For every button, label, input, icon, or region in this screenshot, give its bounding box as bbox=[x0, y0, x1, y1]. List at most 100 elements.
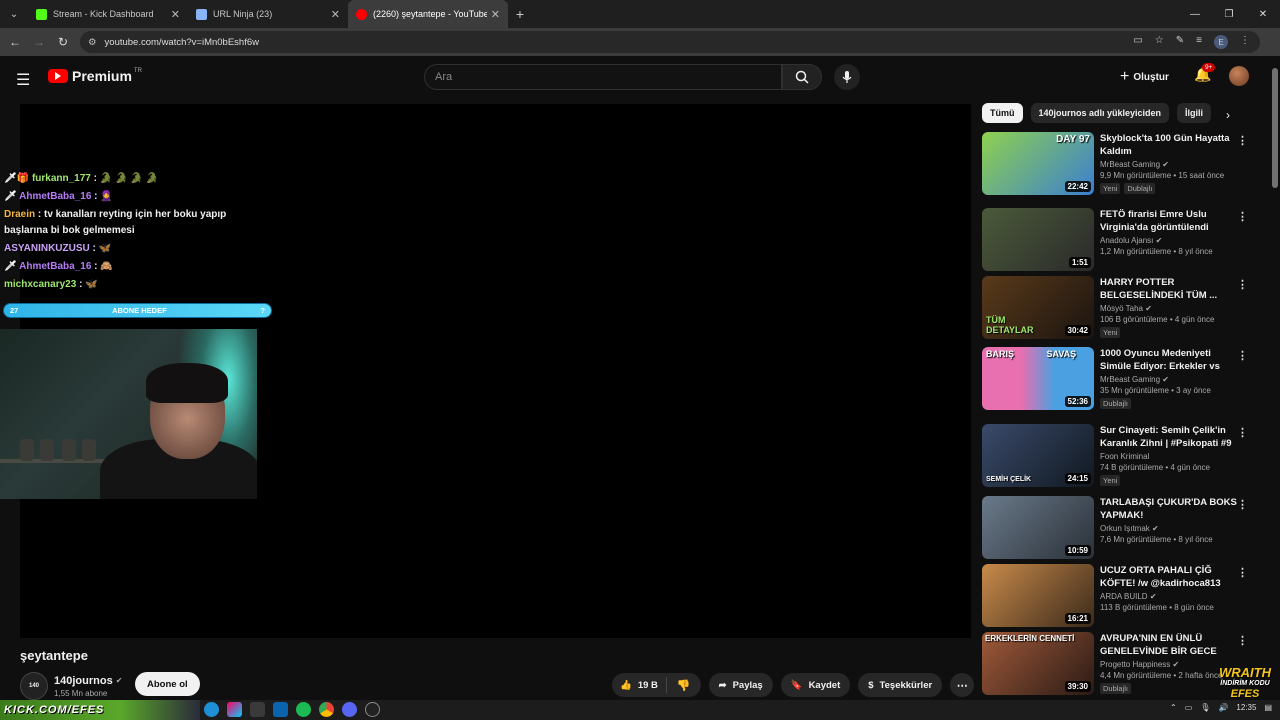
recommended-channel[interactable]: Foon Kriminal bbox=[1100, 452, 1149, 461]
copilot-icon[interactable] bbox=[227, 702, 242, 717]
edge-icon[interactable] bbox=[204, 702, 219, 717]
monitor-icon[interactable]: ▭ bbox=[1185, 703, 1193, 712]
browser-tab-youtube[interactable]: (2260) şeytantepe - YouTube ✕ bbox=[348, 0, 508, 28]
recommended-channel[interactable]: ARDA BUILD bbox=[1100, 592, 1148, 601]
thanks-button[interactable]: $ Teşekkürler bbox=[858, 673, 943, 697]
more-options-icon[interactable]: ⋮ bbox=[1237, 426, 1248, 439]
new-tab-button[interactable]: + bbox=[508, 6, 532, 22]
notifications-button[interactable]: 🔔 9+ bbox=[1194, 63, 1216, 83]
video-thumbnail[interactable]: TÜM DETAYLAR 30:42 bbox=[982, 276, 1094, 339]
minimize-icon[interactable]: — bbox=[1178, 0, 1212, 28]
more-options-icon[interactable]: ⋮ bbox=[1237, 278, 1248, 291]
recommended-channel[interactable]: Mösyö Taha bbox=[1100, 304, 1143, 313]
dislike-button[interactable]: 👎 bbox=[667, 679, 701, 692]
more-actions-button[interactable]: ⋯ bbox=[950, 673, 975, 697]
clock-time[interactable]: 12:35 bbox=[1236, 703, 1256, 712]
chevron-right-icon[interactable]: › bbox=[1226, 108, 1230, 122]
recommended-channel[interactable]: Anadolu Ajansı bbox=[1100, 236, 1153, 245]
recommended-title[interactable]: HARRY POTTER BELGESELİNDEKİ TÜM ... bbox=[1100, 276, 1238, 302]
search-input[interactable]: Ara bbox=[424, 64, 782, 90]
store-icon[interactable] bbox=[250, 702, 265, 717]
chat-username: AhmetBaba_16 bbox=[19, 261, 92, 272]
more-options-icon[interactable]: ⋮ bbox=[1237, 498, 1248, 511]
recommended-video[interactable]: 1:51 FETÖ firarisi Emre Uslu Virginia'da… bbox=[982, 208, 1252, 271]
tab-title: URL Ninja (23) bbox=[213, 9, 273, 19]
tab-search-button[interactable]: ⌄ bbox=[0, 0, 28, 28]
chip-from-uploader[interactable]: 140journos adlı yükleyiciden bbox=[1030, 103, 1170, 123]
recommended-title[interactable]: Sur Cinayeti: Semih Çelik'in Karanlık Zi… bbox=[1100, 424, 1238, 450]
cast-icon[interactable]: ▭ bbox=[1133, 35, 1142, 49]
microphone-tray-icon[interactable]: 🎙 bbox=[1200, 703, 1210, 712]
browser-tab-urlninja[interactable]: URL Ninja (23) ✕ bbox=[188, 0, 348, 28]
microphone-icon bbox=[842, 71, 852, 83]
address-bar[interactable]: ⚙ youtube.com/watch?v=iMn0bEshf6w ▭ ☆ ✎ … bbox=[80, 31, 1260, 53]
video-thumbnail[interactable]: BARIŞ SAVAŞ 52:36 bbox=[982, 347, 1094, 410]
volume-icon[interactable]: 🔊 bbox=[1218, 703, 1228, 712]
recommended-channel[interactable]: Orkun Işıtmak bbox=[1100, 524, 1150, 533]
close-window-icon[interactable]: ✕ bbox=[1246, 0, 1280, 28]
chip-related[interactable]: İlgili bbox=[1177, 103, 1212, 123]
recommended-video[interactable]: 16:21 UCUZ ORTA PAHALI ÇİĞ KÖFTE! /w @ka… bbox=[982, 564, 1252, 627]
video-thumbnail[interactable]: SEMİH ÇELİK 24:15 bbox=[982, 424, 1094, 487]
video-thumbnail[interactable]: 1:51 bbox=[982, 208, 1094, 271]
chip-all[interactable]: Tümü bbox=[982, 103, 1023, 123]
recommended-channel[interactable]: Progetto Happiness bbox=[1100, 660, 1170, 669]
more-options-icon[interactable]: ⋮ bbox=[1237, 634, 1248, 647]
recommended-title[interactable]: Skyblock'ta 100 Gün Hayatta Kaldım bbox=[1100, 132, 1238, 158]
user-avatar[interactable] bbox=[1229, 66, 1249, 86]
more-options-icon[interactable]: ⋮ bbox=[1237, 134, 1248, 147]
recommended-channel[interactable]: MrBeast Gaming bbox=[1100, 160, 1160, 169]
back-icon[interactable]: ← bbox=[3, 35, 27, 49]
recommended-video[interactable]: BARIŞ SAVAŞ 52:36 1000 Oyuncu Medeniyeti… bbox=[982, 347, 1252, 410]
share-button[interactable]: ➦ Paylaş bbox=[708, 673, 773, 697]
reload-icon[interactable]: ↻ bbox=[51, 35, 75, 49]
recommended-title[interactable]: AVRUPA'NIN EN ÜNLÜ GENELEVİNDE BİR GECE bbox=[1100, 632, 1238, 658]
channel-avatar[interactable]: 140 bbox=[20, 672, 48, 700]
video-thumbnail[interactable]: ERKEKLERİN CENNETİ 39:30 bbox=[982, 632, 1094, 695]
site-info-icon[interactable]: ⚙ bbox=[88, 37, 97, 48]
recommended-title[interactable]: UCUZ ORTA PAHALI ÇİĞ KÖFTE! /w @kadirhoc… bbox=[1100, 564, 1238, 590]
voice-search-button[interactable] bbox=[834, 64, 860, 90]
video-thumbnail[interactable]: DAY 97 22:42 bbox=[982, 132, 1094, 195]
channel-name[interactable]: 140journos bbox=[54, 675, 113, 687]
media-controls-icon[interactable]: ≡ bbox=[1196, 35, 1202, 49]
recommended-video[interactable]: DAY 97 22:42 Skyblock'ta 100 Gün Hayatta… bbox=[982, 132, 1252, 195]
recommended-video[interactable]: SEMİH ÇELİK 24:15 Sur Cinayeti: Semih Çe… bbox=[982, 424, 1252, 487]
more-options-icon[interactable]: ⋮ bbox=[1237, 349, 1248, 362]
recommended-video[interactable]: TÜM DETAYLAR 30:42 HARRY POTTER BELGESEL… bbox=[982, 276, 1252, 339]
search-button[interactable] bbox=[782, 64, 822, 90]
extensions-icon[interactable]: ✎ bbox=[1176, 35, 1184, 49]
chevron-up-icon[interactable]: ⌃ bbox=[1170, 703, 1177, 712]
profile-avatar[interactable]: E bbox=[1214, 35, 1228, 49]
subscribe-button[interactable]: Abone ol bbox=[135, 672, 200, 696]
like-button[interactable]: 👍 19 B bbox=[612, 677, 667, 693]
save-button[interactable]: 🔖 Kaydet bbox=[780, 673, 851, 697]
bookmark-star-icon[interactable]: ☆ bbox=[1155, 35, 1164, 49]
close-tab-icon[interactable]: ✕ bbox=[171, 8, 180, 21]
recommended-video[interactable]: 10:59 TARLABAŞI ÇUKUR'DA BOKS YAPMAK! Or… bbox=[982, 496, 1252, 559]
more-options-icon[interactable]: ⋮ bbox=[1237, 210, 1248, 223]
video-thumbnail[interactable]: 16:21 bbox=[982, 564, 1094, 627]
video-thumbnail[interactable]: 10:59 bbox=[982, 496, 1094, 559]
notification-center-icon[interactable]: ▤ bbox=[1264, 703, 1272, 712]
close-tab-icon[interactable]: ✕ bbox=[331, 8, 340, 21]
recommended-title[interactable]: FETÖ firarisi Emre Uslu Virginia'da görü… bbox=[1100, 208, 1238, 234]
recommended-title[interactable]: 1000 Oyuncu Medeniyeti Simüle Ediyor: Er… bbox=[1100, 347, 1238, 373]
guide-menu-icon[interactable]: ☰ bbox=[16, 70, 30, 90]
browser-menu-icon[interactable]: ⋮ bbox=[1240, 35, 1250, 49]
page-scrollbar[interactable] bbox=[1272, 68, 1278, 188]
close-tab-icon[interactable]: ✕ bbox=[491, 8, 500, 21]
restore-icon[interactable]: ❐ bbox=[1212, 0, 1246, 28]
spotify-icon[interactable] bbox=[296, 702, 311, 717]
discord-icon[interactable] bbox=[342, 702, 357, 717]
recommended-channel[interactable]: MrBeast Gaming bbox=[1100, 375, 1160, 384]
recommended-title[interactable]: TARLABAŞI ÇUKUR'DA BOKS YAPMAK! bbox=[1100, 496, 1238, 522]
forward-icon[interactable]: → bbox=[27, 35, 51, 49]
create-button[interactable]: + Oluştur bbox=[1120, 68, 1169, 86]
more-options-icon[interactable]: ⋮ bbox=[1237, 566, 1248, 579]
outlook-icon[interactable] bbox=[273, 702, 288, 717]
chrome-icon[interactable] bbox=[319, 702, 334, 717]
obs-icon[interactable] bbox=[365, 702, 380, 717]
browser-tab-kick[interactable]: Stream - Kick Dashboard ✕ bbox=[28, 0, 188, 28]
youtube-premium-logo[interactable]: Premium TR bbox=[48, 68, 142, 84]
